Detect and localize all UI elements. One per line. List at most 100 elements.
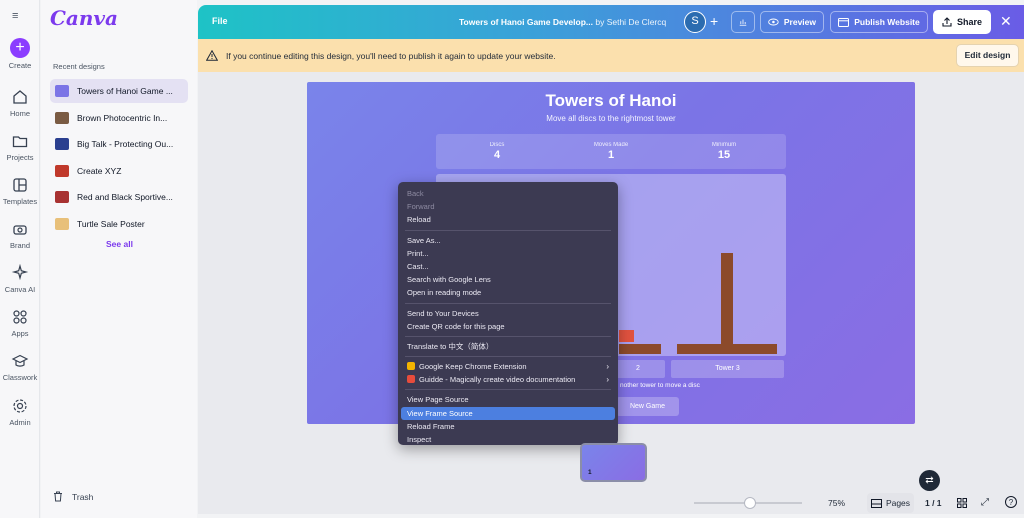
assistant-icon[interactable]: ⇄	[919, 470, 940, 491]
game-subtitle: Move all discs to the rightmost tower	[546, 114, 676, 123]
page-thumbnail[interactable]: 1	[580, 443, 647, 482]
menu-item-view-page-source[interactable]: View Page Source	[401, 393, 615, 406]
zoom-level[interactable]: 75%	[828, 498, 845, 508]
design-thumbnail	[55, 138, 69, 150]
publish-warning-banner: If you continue editing this design, you…	[198, 39, 1024, 72]
menu-separator	[405, 302, 611, 304]
trash-button[interactable]: Trash	[53, 491, 93, 502]
menu-item-label: Open in reading mode	[407, 288, 482, 298]
preview-button[interactable]: Preview	[760, 11, 824, 33]
page-count: 1 / 1	[925, 498, 942, 508]
grid-view-icon[interactable]	[957, 497, 967, 511]
tower-label[interactable]: Tower 3	[671, 360, 784, 378]
sparkle-icon	[0, 264, 40, 282]
recent-design-label: Turtle Sale Poster	[77, 218, 145, 229]
menu-item-print[interactable]: Print...	[401, 247, 615, 260]
menu-item-search-with-google-lens[interactable]: Search with Google Lens	[401, 273, 615, 286]
insights-button[interactable]	[731, 11, 755, 33]
rail-item-templates[interactable]: Templates	[0, 176, 40, 206]
menu-separator	[405, 389, 611, 391]
see-all-link[interactable]: See all	[106, 239, 133, 249]
recent-design-item[interactable]: Create XYZ	[50, 159, 188, 183]
menu-item-label: View Page Source	[407, 395, 469, 405]
plus-icon: +	[0, 38, 40, 58]
menu-item-guidde-magically-create-video-documentation[interactable]: Guidde - Magically create video document…	[401, 373, 615, 386]
stat-moves: Moves Made 1	[566, 142, 656, 161]
trash-label: Trash	[72, 491, 94, 502]
stat-value: 15	[717, 149, 731, 161]
recent-design-item[interactable]: Turtle Sale Poster	[50, 212, 188, 236]
menu-item-create-qr-code-for-this-page[interactable]: Create QR code for this page	[401, 320, 615, 333]
recent-design-item[interactable]: Towers of Hanoi Game ...	[50, 79, 188, 103]
menu-item-view-frame-source[interactable]: View Frame Source	[401, 406, 615, 420]
menu-item-open-in-reading-mode[interactable]: Open in reading mode	[401, 286, 615, 299]
new-game-button[interactable]: New Game	[616, 397, 679, 416]
recent-design-item[interactable]: Big Talk - Protecting Ou...	[50, 132, 188, 156]
collapse-panel-icon[interactable]: ≡	[12, 10, 18, 22]
document-name: Towers of Hanoi Game Develop...	[459, 17, 593, 27]
tower-label[interactable]: 2	[611, 360, 665, 378]
document-author: by Sethi De Clercq	[595, 17, 667, 27]
rail-item-admin[interactable]: Admin	[0, 397, 40, 427]
menu-item-label: Print...	[407, 248, 429, 258]
rail-item-canva-ai[interactable]: Canva AI	[0, 264, 40, 294]
stat-value: 4	[493, 149, 501, 161]
close-icon[interactable]: ✕	[1000, 13, 1012, 30]
menu-item-send-to-your-devices[interactable]: Send to Your Devices	[401, 307, 615, 320]
brand-icon	[0, 220, 40, 238]
page-thumbnail-number: 1	[588, 469, 592, 476]
rail-item-label: Brand	[9, 241, 30, 250]
fullscreen-icon[interactable]: ⤢	[981, 497, 989, 508]
game-hint: nother tower to move a disc	[620, 382, 700, 389]
bar-chart-icon	[739, 19, 747, 26]
menu-item-save-as[interactable]: Save As...	[401, 234, 615, 247]
website-icon	[838, 17, 850, 27]
file-menu-button[interactable]: File	[212, 16, 228, 26]
extension-icon	[407, 375, 415, 384]
pages-button[interactable]: Pages	[867, 493, 914, 513]
publish-website-button[interactable]: Publish Website	[830, 11, 928, 33]
recent-design-label: Big Talk - Protecting Ou...	[77, 139, 174, 149]
folder-icon	[0, 132, 40, 150]
editor-topbar: File Towers of Hanoi Game Develop... by …	[198, 5, 1024, 39]
eye-icon	[768, 18, 779, 26]
menu-separator	[405, 229, 611, 231]
stats-panel: Discs 4 Moves Made 1 Minimum 15	[436, 134, 786, 169]
stat-label: Discs	[489, 142, 505, 148]
recent-design-item[interactable]: Red and Black Sportive...	[50, 185, 188, 209]
recent-design-label: Create XYZ	[77, 165, 122, 176]
rail-item-brand[interactable]: Brand	[0, 220, 40, 250]
rail-item-apps[interactable]: Apps	[0, 308, 40, 338]
menu-item-reload-frame[interactable]: Reload Frame	[401, 420, 615, 433]
invite-plus-icon[interactable]: +	[710, 13, 718, 29]
share-icon	[942, 17, 952, 27]
gear-icon	[0, 397, 40, 415]
preview-label: Preview	[783, 17, 816, 27]
menu-item-google-keep-chrome-extension[interactable]: Google Keep Chrome Extension ›	[401, 360, 615, 373]
recent-design-label: Brown Photocentric In...	[77, 112, 168, 123]
avatar[interactable]: S	[684, 11, 706, 33]
rail-item-label: Home	[9, 109, 30, 118]
menu-item-label: Save As...	[407, 235, 441, 245]
share-button[interactable]: Share	[933, 10, 991, 34]
rail-item-label: Templates	[2, 197, 38, 206]
edit-design-button[interactable]: Edit design	[956, 44, 1019, 67]
rail-item-create[interactable]: + Create	[0, 38, 40, 70]
rail-item-classwork[interactable]: Classwork	[0, 352, 40, 382]
menu-item-cast[interactable]: Cast...	[401, 260, 615, 273]
menu-item-label: Reload Frame	[407, 421, 455, 431]
tower-2-base	[619, 344, 661, 354]
document-title[interactable]: Towers of Hanoi Game Develop... by Sethi…	[459, 17, 666, 27]
game-disc[interactable]	[619, 330, 634, 342]
rail-item-home[interactable]: Home	[0, 88, 40, 118]
menu-item-reload[interactable]: Reload	[401, 213, 615, 226]
menu-item-translate-to[interactable]: Translate to 中文（简体）	[401, 340, 615, 353]
rail-item-projects[interactable]: Projects	[0, 132, 40, 162]
menu-item-label: Create QR code for this page	[407, 321, 505, 331]
recent-design-item[interactable]: Brown Photocentric In...	[50, 106, 188, 130]
help-icon[interactable]: ?	[1005, 496, 1017, 508]
design-thumbnail	[55, 217, 69, 230]
canva-logo[interactable]: Canva	[50, 6, 118, 30]
classwork-icon	[0, 352, 40, 370]
publish-website-label: Publish Website	[854, 17, 920, 27]
